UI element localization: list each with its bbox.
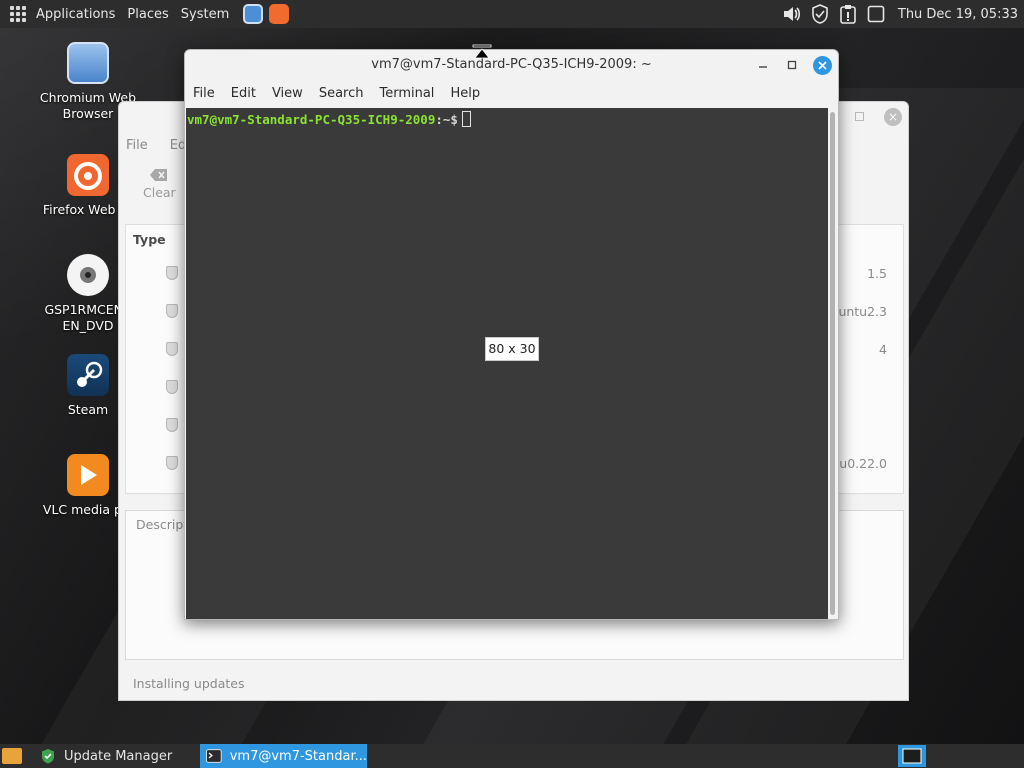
menu-view[interactable]: View xyxy=(272,86,303,101)
update-manager-menubar: File Edi xyxy=(126,138,190,153)
workspace-icon xyxy=(902,748,922,764)
task-label: vm7@vm7-Standar... xyxy=(229,748,367,764)
menu-file[interactable]: File xyxy=(126,138,148,153)
applications-menu[interactable]: Applications xyxy=(30,7,121,22)
menu-help[interactable]: Help xyxy=(450,86,480,101)
update-shield-icon xyxy=(166,304,178,318)
dvd-icon xyxy=(67,254,109,296)
menu-search[interactable]: Search xyxy=(319,86,364,101)
close-icon xyxy=(818,61,827,70)
workspace-switcher[interactable] xyxy=(898,745,926,767)
clock[interactable]: Thu Dec 19, 05:33 xyxy=(898,7,1018,22)
clear-label: Clear xyxy=(143,185,176,200)
show-desktop-icon[interactable] xyxy=(2,748,22,764)
maximize-icon xyxy=(787,60,797,70)
update-shield-icon xyxy=(166,456,178,470)
top-panel: Applications Places System Thu Dec 19, 0… xyxy=(0,0,1024,28)
update-notifier-icon[interactable] xyxy=(838,4,858,24)
minimize-icon xyxy=(759,66,767,68)
taskbar-item-terminal[interactable]: vm7@vm7-Standar... xyxy=(200,744,367,768)
window-icon[interactable] xyxy=(866,4,886,24)
terminal-menubar: File Edit View Search Terminal Help xyxy=(193,86,480,101)
version-cell: untu2.3 xyxy=(838,304,887,319)
menu-edit[interactable]: Edit xyxy=(231,86,256,101)
close-button[interactable]: × xyxy=(884,108,902,126)
clear-icon xyxy=(150,169,168,181)
places-menu[interactable]: Places xyxy=(121,7,174,22)
prompt-path: :~$ xyxy=(435,112,458,127)
maximize-button[interactable] xyxy=(783,56,801,74)
terminal-size-tooltip: 80 x 30 xyxy=(485,337,539,361)
update-shield-icon xyxy=(166,380,178,394)
clear-button[interactable]: Clear xyxy=(143,168,176,200)
chromium-icon[interactable] xyxy=(243,4,264,24)
volume-icon[interactable] xyxy=(782,4,802,24)
bottom-taskbar: Update Manager vm7@vm7-Standar... xyxy=(0,744,1024,768)
update-shield-icon xyxy=(166,266,178,280)
menu-file[interactable]: File xyxy=(193,86,215,101)
update-shield-icon xyxy=(166,418,178,432)
status-text: Installing updates xyxy=(133,676,245,691)
applications-grid-icon[interactable] xyxy=(10,6,26,22)
terminal-icon xyxy=(206,749,222,763)
minimize-button[interactable] xyxy=(754,56,772,74)
desktop-icon-label: Steam xyxy=(67,402,109,417)
firefox-icon[interactable] xyxy=(269,4,290,24)
update-manager-icon xyxy=(42,749,54,764)
terminal-window: vm7@vm7-Standard-PC-Q35-ICH9-2009: ~ Fil… xyxy=(184,49,839,620)
shell-prompt: vm7@vm7-Standard-PC-Q35-ICH9-2009:~$ xyxy=(187,111,471,127)
shield-icon[interactable] xyxy=(810,4,830,24)
firefox-icon xyxy=(67,154,109,196)
system-menu[interactable]: System xyxy=(175,7,235,22)
text-cursor xyxy=(461,111,471,127)
version-cell: tu0.22.0 xyxy=(834,456,887,471)
window-title: vm7@vm7-Standard-PC-Q35-ICH9-2009: ~ xyxy=(371,57,652,72)
steam-icon xyxy=(67,354,109,396)
type-column-header[interactable]: Type xyxy=(133,232,166,247)
task-label: Update Manager xyxy=(64,748,173,764)
scrollbar-thumb[interactable] xyxy=(830,112,835,615)
system-tray: Thu Dec 19, 05:33 xyxy=(782,0,1018,28)
description-tab[interactable]: Descript xyxy=(136,517,188,532)
menu-terminal[interactable]: Terminal xyxy=(379,86,434,101)
chromium-icon xyxy=(67,42,109,84)
maximize-button[interactable] xyxy=(855,112,864,121)
close-button[interactable] xyxy=(813,56,832,75)
version-cell: 4 xyxy=(879,342,887,357)
version-cell: 1.5 xyxy=(867,266,887,281)
prompt-user-host: vm7@vm7-Standard-PC-Q35-ICH9-2009 xyxy=(187,112,436,127)
terminal-scrollbar[interactable] xyxy=(828,108,838,619)
resize-cursor-icon xyxy=(472,44,492,59)
taskbar-item-update-manager[interactable]: Update Manager xyxy=(34,744,198,768)
terminal-output[interactable]: vm7@vm7-Standard-PC-Q35-ICH9-2009:~$ xyxy=(186,108,828,619)
update-shield-icon xyxy=(166,342,178,356)
vlc-icon xyxy=(67,454,109,496)
